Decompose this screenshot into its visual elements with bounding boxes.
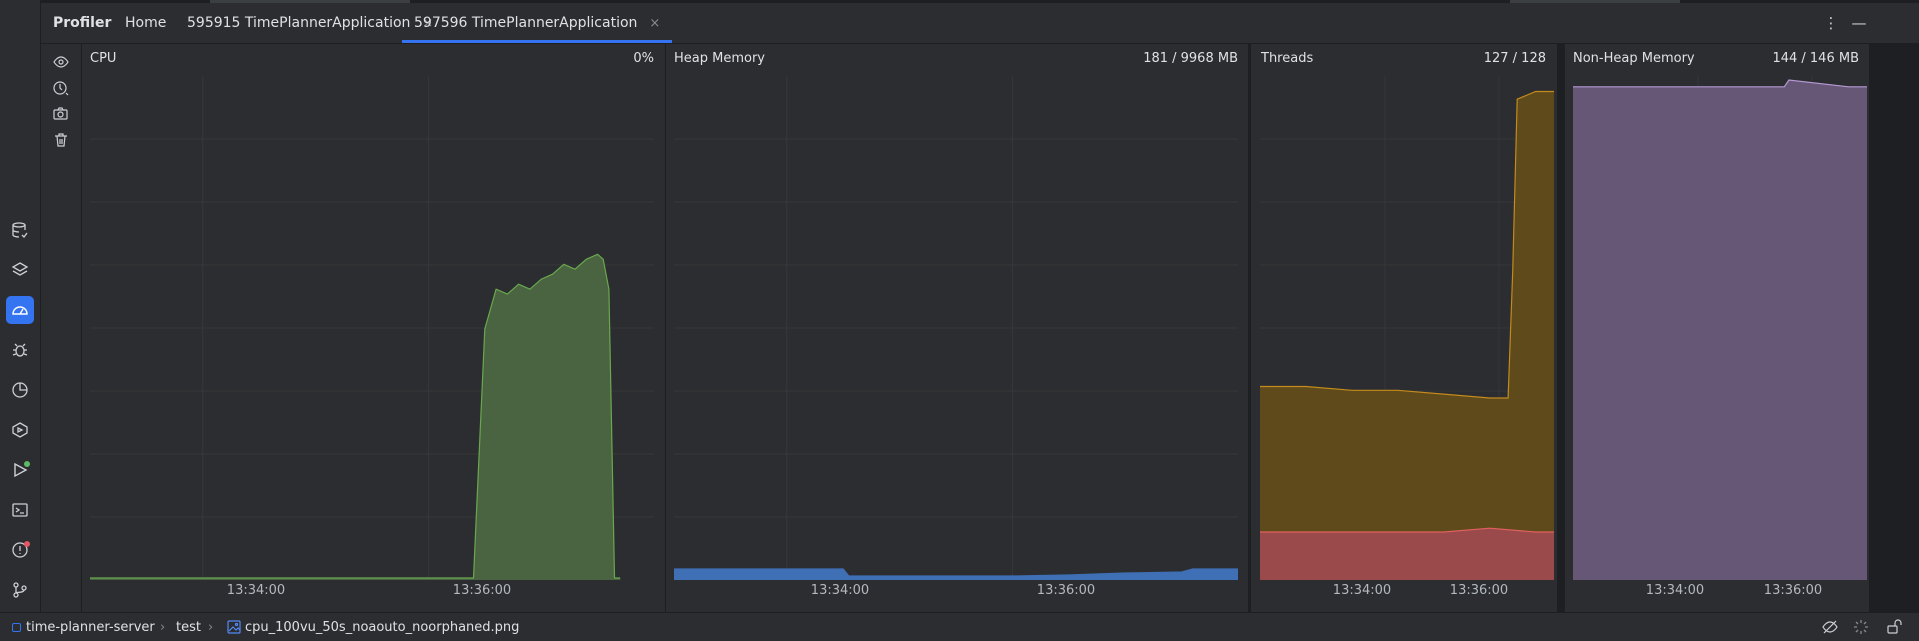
close-icon[interactable]: × [649, 16, 660, 31]
git-icon[interactable] [6, 576, 34, 604]
cpu-xtick: 13:34:00 [226, 583, 286, 598]
profiler-tools [41, 44, 82, 612]
loader-icon [1853, 619, 1869, 635]
heap-area [674, 569, 1238, 580]
chevron-right-icon: › [160, 619, 166, 635]
trash-icon[interactable] [51, 130, 71, 150]
nonheap-title: Non-Heap Memory [1573, 51, 1695, 66]
status-bar: time-planner-server › test › cpu_100vu_5… [0, 612, 1919, 641]
database-icon[interactable] [6, 216, 34, 244]
heap-title: Heap Memory [674, 51, 765, 66]
profiler-icon[interactable] [6, 296, 34, 324]
cpu-area [90, 254, 621, 580]
threads-live-line [1260, 90, 1554, 399]
threads-title: Threads [1261, 51, 1314, 66]
nonheap-area [1573, 80, 1867, 580]
camera-icon[interactable] [51, 104, 71, 124]
problems-status-dot [24, 541, 30, 547]
cpu-chart [90, 76, 654, 580]
run-icon[interactable] [6, 456, 34, 484]
tab-597596[interactable]: 597596 TimePlannerApplication × [402, 3, 673, 43]
profiler-tab-bar: Profiler Home 595915 TimePlannerApplicat… [41, 3, 1919, 44]
timer-icon[interactable] [51, 78, 71, 98]
heap-xtick: 13:36:00 [1036, 583, 1096, 598]
threads-xtick: 13:36:00 [1449, 583, 1509, 598]
tab-label: Home [125, 15, 167, 31]
breadcrumb-project[interactable]: time-planner-server [26, 613, 155, 641]
chart-svg [90, 76, 654, 580]
nonheap-chart [1573, 76, 1867, 580]
bug-icon[interactable] [6, 336, 34, 364]
cpu-xtick: 13:36:00 [452, 583, 512, 598]
threads-chart [1260, 76, 1554, 580]
lock-icon[interactable] [1886, 619, 1902, 635]
threads-value: 127 / 128 [1483, 51, 1546, 66]
layers-icon[interactable] [6, 256, 34, 284]
tab-label: 597596 TimePlannerApplication [414, 15, 638, 31]
tab-595915[interactable]: 595915 TimePlannerApplication × [187, 3, 433, 43]
more-vertical-icon[interactable]: ⋮ [1823, 15, 1839, 31]
threads-daemon-area [1260, 528, 1554, 580]
pie-icon[interactable] [6, 376, 34, 404]
profiler-title: Profiler [53, 15, 112, 31]
hide-icon[interactable] [1822, 619, 1838, 635]
tab-home[interactable]: Home [125, 3, 166, 43]
terminal-icon[interactable] [6, 496, 34, 524]
minimize-icon[interactable]: — [1851, 15, 1867, 31]
heap-chart [674, 76, 1238, 580]
cpu-title: CPU [90, 51, 117, 66]
services-icon[interactable] [6, 416, 34, 444]
nonheap-value: 144 / 146 MB [1772, 51, 1859, 66]
breadcrumb-folder[interactable]: test [176, 613, 201, 641]
breadcrumb-file[interactable]: cpu_100vu_50s_noaouto_noorphaned.png [245, 613, 519, 641]
ide-left-toolbar [0, 0, 41, 612]
run-status-dot [24, 461, 30, 467]
nonheap-xtick: 13:36:00 [1763, 583, 1823, 598]
cpu-value: 0% [633, 51, 654, 66]
image-file-icon [226, 619, 242, 635]
heap-xtick: 13:34:00 [810, 583, 870, 598]
chevron-right-icon: › [208, 619, 214, 635]
threads-xtick: 13:34:00 [1332, 583, 1392, 598]
eye-icon[interactable] [51, 52, 71, 72]
nonheap-xtick: 13:34:00 [1645, 583, 1705, 598]
heap-value: 181 / 9968 MB [1143, 51, 1238, 66]
tab-label: 595915 TimePlannerApplication [187, 15, 411, 31]
module-icon [12, 623, 21, 632]
chart-svg [1573, 76, 1867, 580]
problems-icon[interactable] [6, 536, 34, 564]
chart-svg [674, 76, 1238, 580]
chart-svg [1260, 76, 1554, 580]
